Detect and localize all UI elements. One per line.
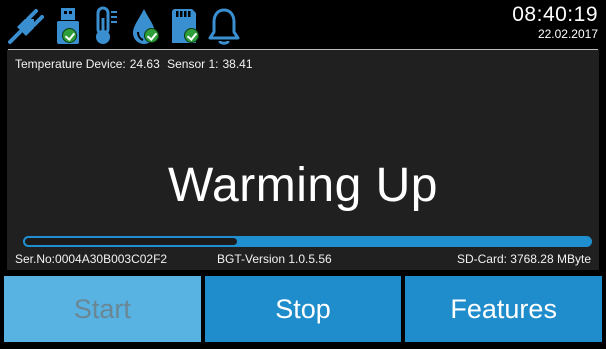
temperature-device-value: 24.63	[129, 57, 160, 71]
usb-check-icon	[62, 28, 77, 43]
start-button[interactable]: Start	[4, 276, 201, 342]
button-bar: Start Stop Features	[4, 276, 603, 342]
power-plug-icon	[4, 4, 48, 48]
usb-stick-icon	[48, 4, 88, 48]
device-status: Warming Up	[168, 159, 438, 212]
temperature-device-label: Temperature Device:	[15, 57, 126, 71]
sd-card-capacity: SD-Card: 3768.28 MByte	[456, 252, 591, 266]
sensor1-value: 38.41	[222, 57, 253, 71]
status-bar: 08:40:19 22.02.2017	[0, 0, 606, 50]
main-panel: Temperature Device: 24.63 Sensor 1: 38.41 …	[7, 50, 599, 270]
bell-icon	[204, 4, 244, 48]
software-version: BGT-Version 1.0.5.56	[217, 252, 332, 266]
status-icons	[4, 4, 244, 48]
device-screen: 08:40:19 22.02.2017 Temperature Device: 2…	[0, 0, 606, 349]
clock-date: 22.02.2017	[537, 27, 598, 41]
progress-remaining	[23, 236, 240, 247]
clock-time: 08:40:19	[512, 3, 598, 26]
features-button[interactable]: Features	[405, 276, 603, 342]
water-drop-icon	[124, 4, 164, 48]
stop-button[interactable]: Stop	[204, 276, 402, 342]
thermometer-icon	[88, 4, 124, 48]
clock: 08:40:19 22.02.2017	[512, 3, 598, 41]
serial-number: Ser.No:0004A30B003C02F2	[15, 252, 168, 266]
progress-bar	[23, 236, 592, 247]
sd-card-icon	[164, 4, 204, 48]
water-check-icon	[144, 28, 159, 43]
sd-check-icon	[184, 28, 199, 43]
sensor1-label: Sensor 1:	[167, 57, 219, 71]
temperature-readout: Temperature Device: 24.63 Sensor 1: 38.41	[15, 57, 257, 71]
